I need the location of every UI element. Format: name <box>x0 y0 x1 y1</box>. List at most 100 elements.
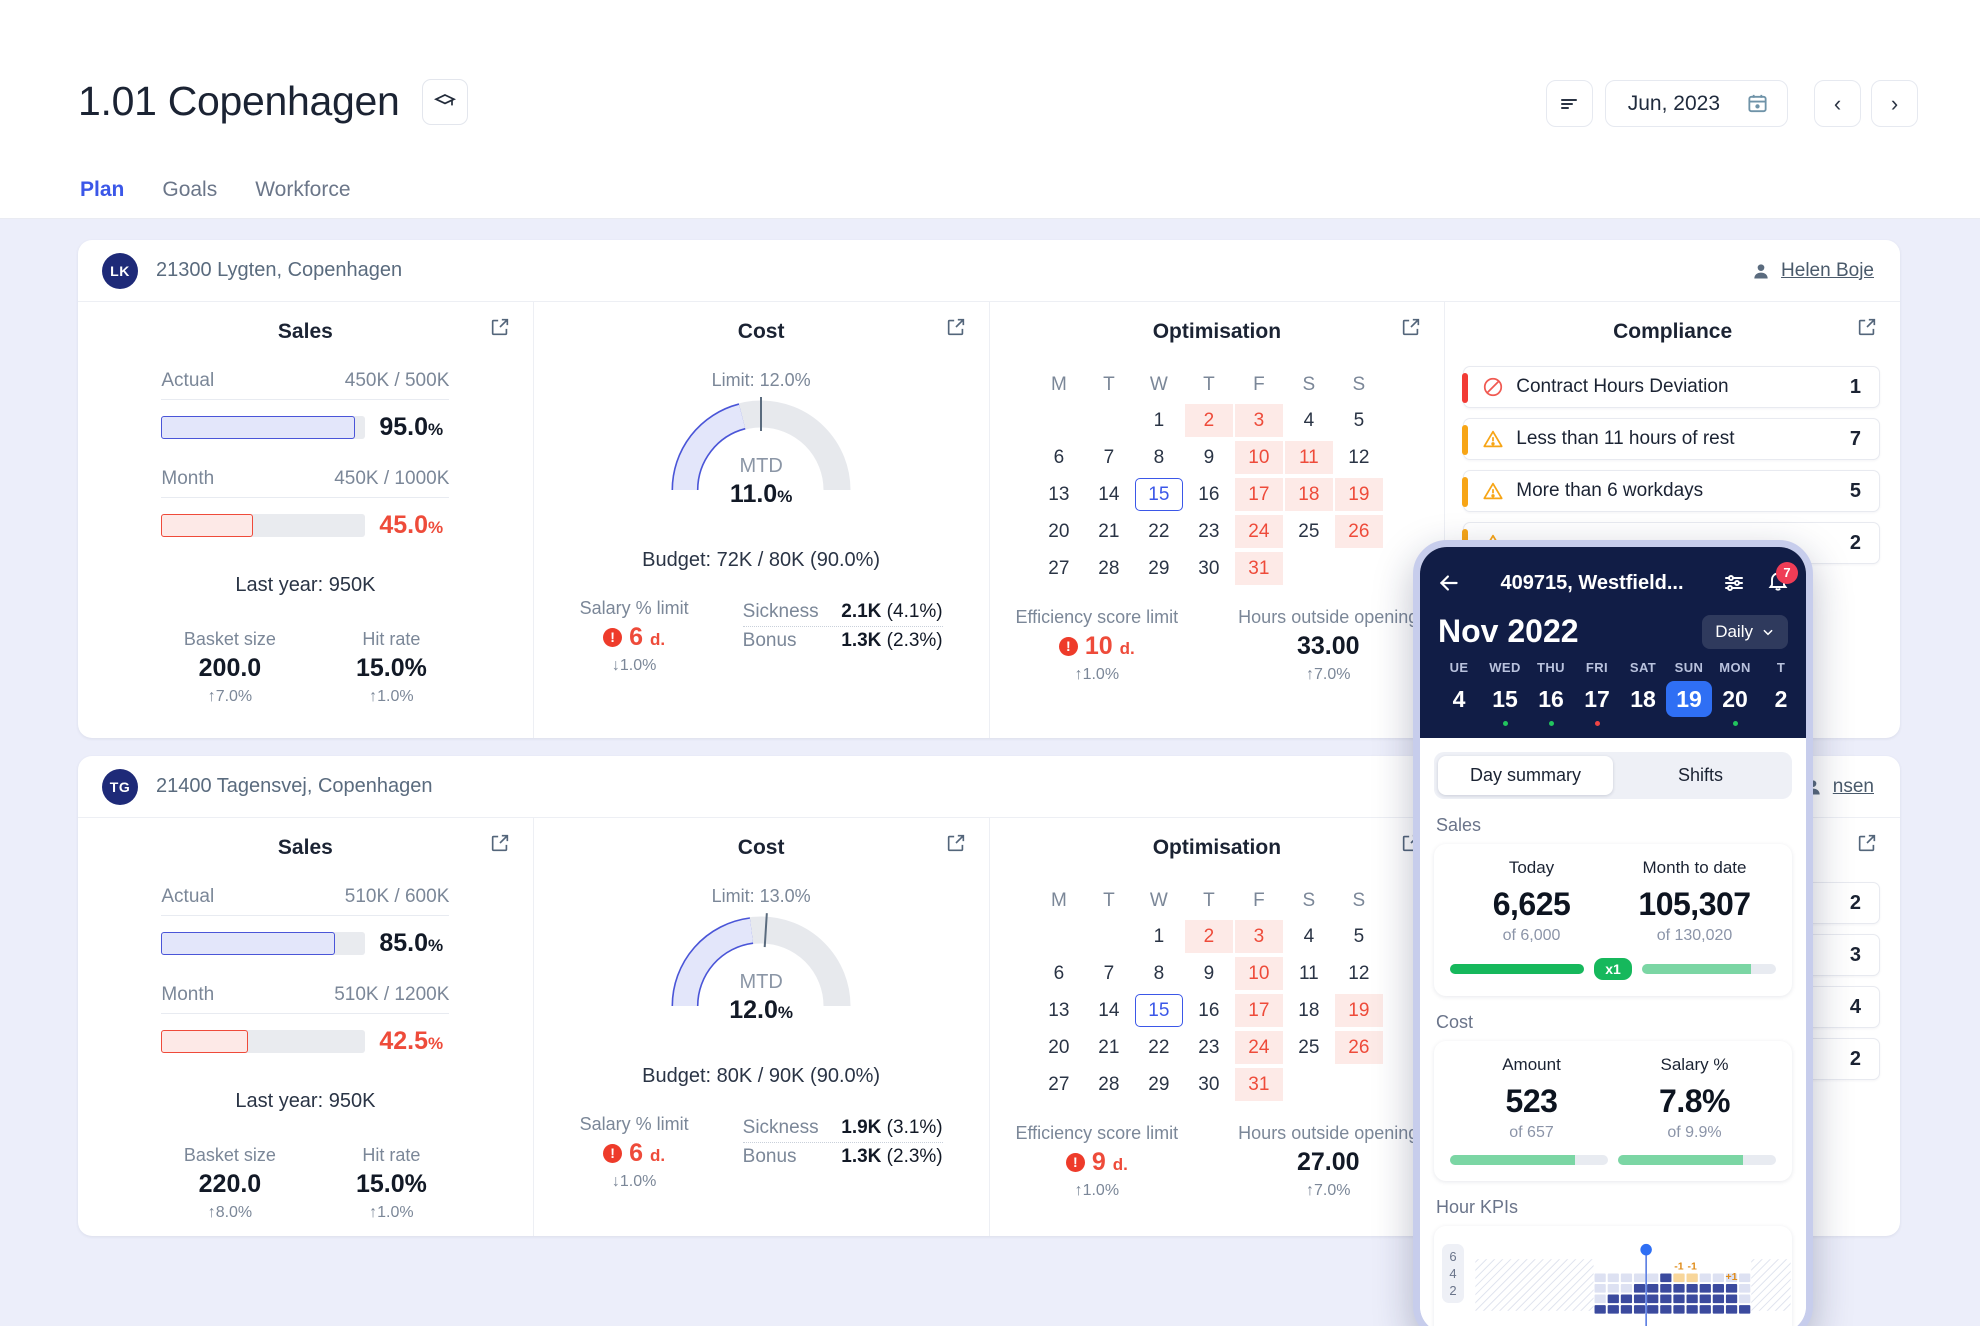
mobile-day[interactable]: FRI 17 <box>1574 660 1620 726</box>
open-external-icon[interactable] <box>1856 316 1878 338</box>
filter-button[interactable] <box>1545 80 1593 127</box>
calendar-day[interactable]: 15 <box>1134 478 1183 511</box>
calendar-day[interactable] <box>1035 404 1083 437</box>
calendar-day[interactable]: 3 <box>1234 404 1283 437</box>
owner-link[interactable]: Helen Boje <box>1751 260 1874 282</box>
period-selector[interactable]: Daily <box>1702 614 1788 649</box>
calendar-day[interactable]: 24 <box>1234 1031 1283 1064</box>
calendar-day[interactable]: 22 <box>1135 515 1183 548</box>
previous-month-button[interactable]: ‹ <box>1814 80 1861 127</box>
calendar-day[interactable]: 17 <box>1234 478 1283 511</box>
calendar-day[interactable]: 15 <box>1134 994 1183 1027</box>
calendar-day[interactable]: 7 <box>1085 441 1133 474</box>
calendar-day[interactable]: 25 <box>1285 515 1333 548</box>
calendar-day[interactable] <box>1035 920 1083 953</box>
calendar-day[interactable]: 2 <box>1184 920 1233 953</box>
calendar-day[interactable] <box>1335 552 1383 585</box>
calendar-day[interactable]: 3 <box>1234 920 1283 953</box>
calendar-day[interactable]: 19 <box>1334 994 1383 1027</box>
calendar-day[interactable] <box>1285 552 1333 585</box>
calendar-day[interactable]: 21 <box>1085 515 1133 548</box>
calendar-day[interactable]: 27 <box>1035 552 1083 585</box>
mobile-day[interactable]: THU 16 <box>1528 660 1574 726</box>
calendar-day[interactable] <box>1085 404 1133 437</box>
calendar-day[interactable]: 20 <box>1035 1031 1083 1064</box>
owner-link[interactable]: nsen <box>1803 776 1874 798</box>
calendar-day[interactable]: 29 <box>1135 552 1183 585</box>
tab-goals[interactable]: Goals <box>162 178 217 221</box>
calendar-day[interactable]: 21 <box>1085 1031 1133 1064</box>
back-arrow-icon[interactable] <box>1436 570 1462 596</box>
mobile-day[interactable]: T 2 <box>1758 660 1804 726</box>
calendar-day[interactable]: 2 <box>1184 404 1233 437</box>
calendar-day[interactable]: 1 <box>1135 920 1183 953</box>
next-month-button[interactable]: › <box>1871 80 1918 127</box>
compliance-item[interactable]: Contract Hours Deviation 1 <box>1462 366 1880 408</box>
open-external-icon[interactable] <box>1856 832 1878 854</box>
calendar-day[interactable]: 14 <box>1085 994 1133 1027</box>
calendar-day[interactable]: 12 <box>1335 957 1383 990</box>
calendar-day[interactable]: 8 <box>1135 441 1183 474</box>
calendar-day[interactable]: 9 <box>1185 441 1233 474</box>
compliance-item[interactable]: More than 6 workdays 5 <box>1462 470 1880 512</box>
calendar-day[interactable]: 6 <box>1035 441 1083 474</box>
calendar-day[interactable]: 31 <box>1234 1068 1283 1101</box>
calendar-day[interactable]: 16 <box>1185 478 1233 511</box>
notifications-button[interactable]: 7 <box>1766 561 1798 598</box>
open-external-icon[interactable] <box>489 316 511 338</box>
calendar-day[interactable]: 4 <box>1285 920 1333 953</box>
calendar-day[interactable]: 18 <box>1284 478 1333 511</box>
open-external-icon[interactable] <box>945 832 967 854</box>
calendar-day[interactable]: 28 <box>1085 552 1133 585</box>
calendar-day[interactable]: 29 <box>1135 1068 1183 1101</box>
calendar-day[interactable]: 13 <box>1035 994 1083 1027</box>
calendar-day[interactable]: 24 <box>1234 515 1283 548</box>
calendar-day[interactable] <box>1285 1068 1333 1101</box>
calendar-day[interactable]: 30 <box>1185 552 1233 585</box>
mobile-tab[interactable]: Shifts <box>1613 756 1788 795</box>
mobile-day[interactable]: SUN 19 <box>1666 660 1712 726</box>
calendar-day[interactable]: 9 <box>1185 957 1233 990</box>
calendar-day[interactable]: 12 <box>1335 441 1383 474</box>
calendar-day[interactable]: 26 <box>1334 515 1383 548</box>
calendar-day[interactable]: 31 <box>1234 552 1283 585</box>
calendar-day[interactable]: 4 <box>1285 404 1333 437</box>
calendar-day[interactable]: 16 <box>1185 994 1233 1027</box>
calendar-day[interactable]: 22 <box>1135 1031 1183 1064</box>
mobile-day[interactable]: SAT 18 <box>1620 660 1666 726</box>
open-external-icon[interactable] <box>945 316 967 338</box>
calendar-day[interactable]: 25 <box>1285 1031 1333 1064</box>
calendar-day[interactable]: 11 <box>1284 441 1333 474</box>
compliance-item[interactable]: Less than 11 hours of rest 7 <box>1462 418 1880 460</box>
tab-workforce[interactable]: Workforce <box>255 178 350 221</box>
mobile-day[interactable]: MON 20 <box>1712 660 1758 726</box>
calendar-day[interactable]: 14 <box>1085 478 1133 511</box>
sliders-icon[interactable] <box>1722 571 1746 595</box>
calendar-day[interactable]: 23 <box>1185 1031 1233 1064</box>
tab-plan[interactable]: Plan <box>80 178 125 221</box>
calendar-day[interactable]: 18 <box>1285 994 1333 1027</box>
calendar-day[interactable]: 26 <box>1334 1031 1383 1064</box>
mobile-tab[interactable]: Day summary <box>1438 756 1613 795</box>
calendar-day[interactable]: 27 <box>1035 1068 1083 1101</box>
calendar-day[interactable]: 8 <box>1135 957 1183 990</box>
calendar-day[interactable]: 28 <box>1085 1068 1133 1101</box>
calendar-day[interactable]: 19 <box>1334 478 1383 511</box>
calendar-day[interactable]: 13 <box>1035 478 1083 511</box>
calendar-day[interactable]: 5 <box>1335 404 1383 437</box>
calendar-day[interactable] <box>1085 920 1133 953</box>
calendar-day[interactable]: 10 <box>1234 441 1283 474</box>
graduation-cap-button[interactable] <box>421 78 468 125</box>
open-external-icon[interactable] <box>1400 316 1422 338</box>
open-external-icon[interactable] <box>489 832 511 854</box>
calendar-day[interactable]: 1 <box>1135 404 1183 437</box>
calendar-day[interactable]: 17 <box>1234 994 1283 1027</box>
calendar-day[interactable]: 23 <box>1185 515 1233 548</box>
calendar-day[interactable]: 6 <box>1035 957 1083 990</box>
date-picker-button[interactable]: Jun, 2023 <box>1604 80 1788 127</box>
calendar-day[interactable]: 11 <box>1285 957 1333 990</box>
calendar-day[interactable]: 20 <box>1035 515 1083 548</box>
mobile-day[interactable]: UE 4 <box>1436 660 1482 726</box>
calendar-day[interactable]: 30 <box>1185 1068 1233 1101</box>
mobile-day[interactable]: WED 15 <box>1482 660 1528 726</box>
